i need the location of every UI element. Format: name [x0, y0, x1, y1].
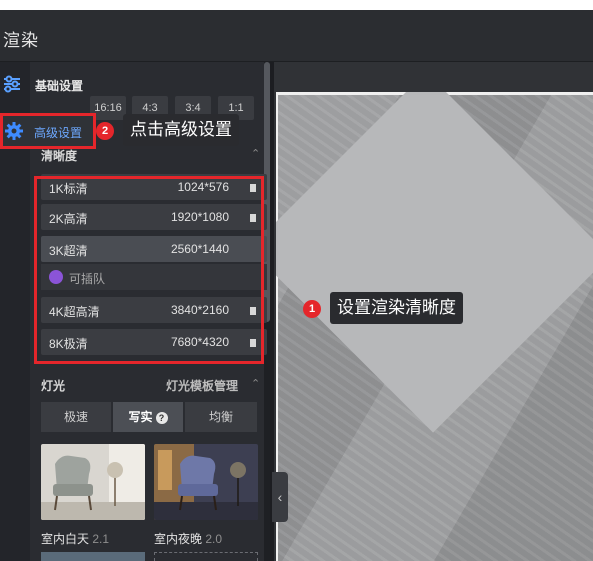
nav-advanced-settings[interactable]: 高级设置 [0, 113, 96, 149]
mode-balanced[interactable]: 均衡 [185, 402, 257, 432]
lighting-header: 灯光 [41, 379, 66, 393]
sliders-icon [4, 75, 20, 93]
mode-fast[interactable]: 极速 [41, 402, 111, 432]
preset-version: 2.1 [92, 532, 110, 546]
preset-thumbnail-partial[interactable] [41, 552, 145, 561]
preset-image-night [154, 444, 258, 520]
step-badge-2: 2 [96, 122, 114, 140]
help-icon[interactable]: ? [155, 411, 168, 424]
lighting-template-manage-link[interactable]: 灯光模板管理 [166, 377, 238, 394]
mode-realistic-label: 写实 [128, 410, 153, 424]
mode-realistic[interactable]: 写实? [113, 402, 183, 432]
preset-thumbnail-day[interactable] [41, 444, 145, 520]
chevron-up-icon[interactable]: ⌃ [251, 377, 260, 390]
nav-advanced-label: 高级设置 [34, 126, 83, 140]
resolution-header: 清晰度 [41, 149, 78, 163]
title-bar: 渲染 [0, 10, 593, 62]
preset-image-day [41, 444, 145, 520]
step-callout-2: 点击高级设置 [123, 114, 239, 146]
preset-caption-night: 室内夜晚 2.0 [154, 530, 222, 547]
collapse-panel-button[interactable]: ‹ [272, 472, 288, 522]
chevron-left-icon: ‹ [277, 489, 283, 505]
preset-thumbnail-night[interactable] [154, 444, 258, 520]
render-preview [276, 92, 593, 561]
preset-version: 2.0 [205, 532, 223, 546]
app-title: 渲染 [3, 31, 39, 50]
nav-basic-settings[interactable]: 基础设置 [0, 70, 100, 100]
nav-basic-label: 基础设置 [35, 79, 84, 93]
step-badge-1: 1 [303, 300, 321, 318]
resolution-highlight-box [34, 176, 264, 364]
preset-name: 室内白天 [41, 532, 90, 546]
preset-add-slot[interactable] [154, 552, 258, 561]
gear-icon [5, 122, 23, 140]
preset-name: 室内夜晚 [154, 532, 203, 546]
step-callout-1: 设置渲染清晰度 [330, 292, 463, 324]
chevron-up-icon[interactable]: ⌃ [251, 147, 260, 160]
preset-caption-day: 室内白天 2.1 [41, 530, 109, 547]
top-strip [0, 0, 593, 10]
